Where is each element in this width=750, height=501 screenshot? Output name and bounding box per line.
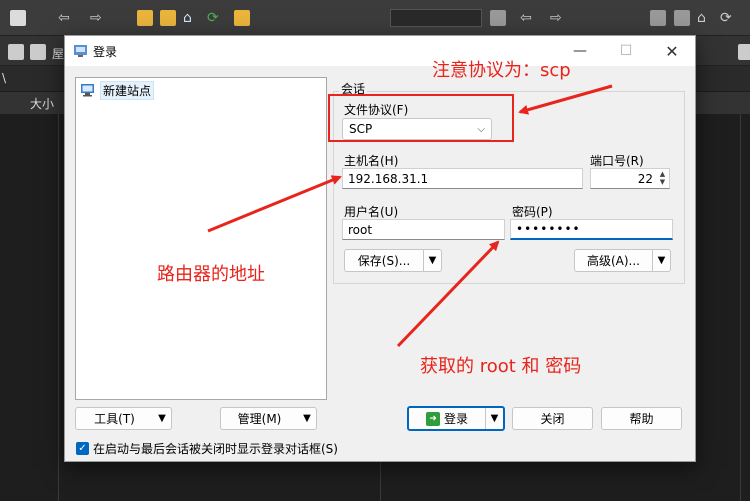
host-arrow xyxy=(207,175,342,233)
protocol-arrow xyxy=(518,84,613,115)
router-annotation: 路由器的地址 xyxy=(157,264,265,285)
credentials-annotation: 获取的 root 和 密码 xyxy=(420,356,582,377)
annotation-arrows xyxy=(207,84,613,348)
protocol-annotation: 注意协议为：scp xyxy=(432,60,571,81)
credentials-arrow xyxy=(396,240,500,348)
